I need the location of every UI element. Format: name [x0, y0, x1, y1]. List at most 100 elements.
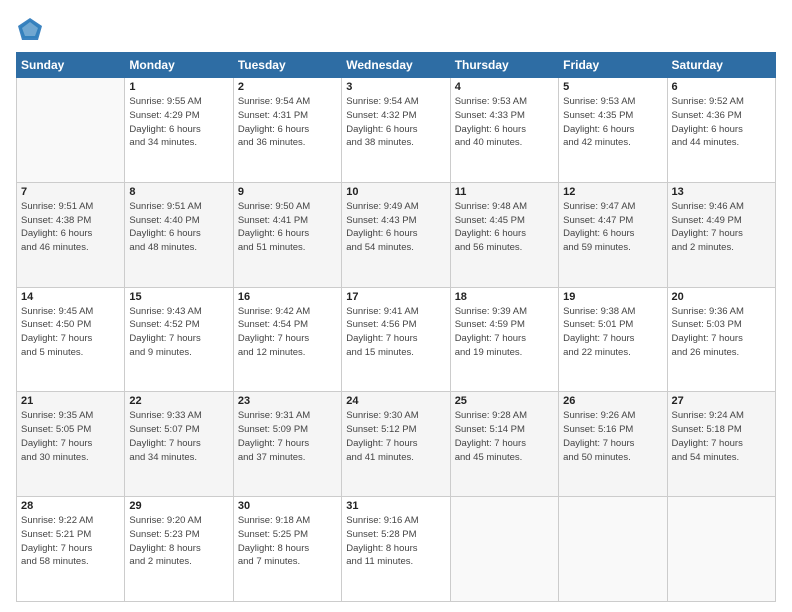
day-info: Sunrise: 9:49 AM Sunset: 4:43 PM Dayligh… — [346, 200, 445, 255]
day-info: Sunrise: 9:33 AM Sunset: 5:07 PM Dayligh… — [129, 409, 228, 464]
day-number: 21 — [21, 395, 120, 407]
day-number: 6 — [672, 81, 771, 93]
weekday-header-tuesday: Tuesday — [233, 53, 341, 78]
day-info: Sunrise: 9:50 AM Sunset: 4:41 PM Dayligh… — [238, 200, 337, 255]
calendar-cell: 27 Sunrise: 9:24 AM Sunset: 5:18 PM Dayli… — [667, 392, 775, 497]
calendar-cell: 16Sunrise: 9:42 AM Sunset: 4:54 PM Dayli… — [233, 287, 341, 392]
day-info: Sunrise: 9:53 AM Sunset: 4:35 PM Dayligh… — [563, 95, 662, 150]
calendar-cell: 22 Sunrise: 9:33 AM Sunset: 5:07 PM Dayli… — [125, 392, 233, 497]
calendar-cell: 20Sunrise: 9:36 AM Sunset: 5:03 PM Dayli… — [667, 287, 775, 392]
day-info: Sunrise: 9:35 AM Sunset: 5:05 PM Dayligh… — [21, 409, 120, 464]
day-info: Sunrise: 9:55 AM Sunset: 4:29 PM Dayligh… — [129, 95, 228, 150]
day-info: Sunrise: 9:41 AM Sunset: 4:56 PM Dayligh… — [346, 305, 445, 360]
day-info: Sunrise: 9:45 AM Sunset: 4:50 PM Dayligh… — [21, 305, 120, 360]
day-info: Sunrise: 9:54 AM Sunset: 4:31 PM Dayligh… — [238, 95, 337, 150]
calendar-cell: 23Sunrise: 9:31 AM Sunset: 5:09 PM Dayli… — [233, 392, 341, 497]
day-info: Sunrise: 9:28 AM Sunset: 5:14 PM Dayligh… — [455, 409, 554, 464]
calendar-cell: 26Sunrise: 9:26 AM Sunset: 5:16 PM Dayli… — [559, 392, 667, 497]
day-info: Sunrise: 9:20 AM Sunset: 5:23 PM Dayligh… — [129, 514, 228, 569]
day-info: Sunrise: 9:47 AM Sunset: 4:47 PM Dayligh… — [563, 200, 662, 255]
calendar-cell — [17, 78, 125, 183]
day-number: 12 — [563, 186, 662, 198]
day-number: 15 — [129, 291, 228, 303]
day-number: 28 — [21, 500, 120, 512]
day-info: Sunrise: 9:30 AM Sunset: 5:12 PM Dayligh… — [346, 409, 445, 464]
day-number: 11 — [455, 186, 554, 198]
day-info: Sunrise: 9:16 AM Sunset: 5:28 PM Dayligh… — [346, 514, 445, 569]
header — [16, 16, 776, 44]
calendar-cell: 31 Sunrise: 9:16 AM Sunset: 5:28 PM Dayli… — [342, 497, 450, 602]
calendar-cell: 4 Sunrise: 9:53 AM Sunset: 4:33 PM Daylig… — [450, 78, 558, 183]
calendar-cell: 8Sunrise: 9:51 AM Sunset: 4:40 PM Daylig… — [125, 182, 233, 287]
logo-icon — [16, 16, 44, 44]
calendar-cell: 19Sunrise: 9:38 AM Sunset: 5:01 PM Dayli… — [559, 287, 667, 392]
calendar-cell — [450, 497, 558, 602]
calendar-cell: 5 Sunrise: 9:53 AM Sunset: 4:35 PM Daylig… — [559, 78, 667, 183]
day-number: 1 — [129, 81, 228, 93]
weekday-header-saturday: Saturday — [667, 53, 775, 78]
calendar-cell: 18 Sunrise: 9:39 AM Sunset: 4:59 PM Dayli… — [450, 287, 558, 392]
calendar-cell — [667, 497, 775, 602]
day-number: 16 — [238, 291, 337, 303]
day-info: Sunrise: 9:36 AM Sunset: 5:03 PM Dayligh… — [672, 305, 771, 360]
day-info: Sunrise: 9:39 AM Sunset: 4:59 PM Dayligh… — [455, 305, 554, 360]
calendar-cell: 2 Sunrise: 9:54 AM Sunset: 4:31 PM Daylig… — [233, 78, 341, 183]
weekday-header-monday: Monday — [125, 53, 233, 78]
calendar-cell: 21 Sunrise: 9:35 AM Sunset: 5:05 PM Dayli… — [17, 392, 125, 497]
day-number: 4 — [455, 81, 554, 93]
calendar-cell: 15 Sunrise: 9:43 AM Sunset: 4:52 PM Dayli… — [125, 287, 233, 392]
day-info: Sunrise: 9:51 AM Sunset: 4:38 PM Dayligh… — [21, 200, 120, 255]
day-number: 2 — [238, 81, 337, 93]
day-number: 27 — [672, 395, 771, 407]
day-info: Sunrise: 9:43 AM Sunset: 4:52 PM Dayligh… — [129, 305, 228, 360]
day-info: Sunrise: 9:54 AM Sunset: 4:32 PM Dayligh… — [346, 95, 445, 150]
day-info: Sunrise: 9:31 AM Sunset: 5:09 PM Dayligh… — [238, 409, 337, 464]
page: SundayMondayTuesdayWednesdayThursdayFrid… — [0, 0, 792, 612]
week-row-2: 7 Sunrise: 9:51 AM Sunset: 4:38 PM Daylig… — [17, 182, 776, 287]
calendar-cell: 13Sunrise: 9:46 AM Sunset: 4:49 PM Dayli… — [667, 182, 775, 287]
day-info: Sunrise: 9:46 AM Sunset: 4:49 PM Dayligh… — [672, 200, 771, 255]
day-number: 24 — [346, 395, 445, 407]
day-info: Sunrise: 9:53 AM Sunset: 4:33 PM Dayligh… — [455, 95, 554, 150]
day-number: 22 — [129, 395, 228, 407]
calendar-cell: 10 Sunrise: 9:49 AM Sunset: 4:43 PM Dayli… — [342, 182, 450, 287]
week-row-5: 28 Sunrise: 9:22 AM Sunset: 5:21 PM Dayli… — [17, 497, 776, 602]
day-info: Sunrise: 9:48 AM Sunset: 4:45 PM Dayligh… — [455, 200, 554, 255]
calendar-cell: 1 Sunrise: 9:55 AM Sunset: 4:29 PM Daylig… — [125, 78, 233, 183]
day-number: 10 — [346, 186, 445, 198]
day-number: 17 — [346, 291, 445, 303]
calendar-cell: 12 Sunrise: 9:47 AM Sunset: 4:47 PM Dayli… — [559, 182, 667, 287]
calendar-cell: 3 Sunrise: 9:54 AM Sunset: 4:32 PM Daylig… — [342, 78, 450, 183]
day-info: Sunrise: 9:38 AM Sunset: 5:01 PM Dayligh… — [563, 305, 662, 360]
calendar-cell: 30Sunrise: 9:18 AM Sunset: 5:25 PM Dayli… — [233, 497, 341, 602]
week-row-4: 21 Sunrise: 9:35 AM Sunset: 5:05 PM Dayli… — [17, 392, 776, 497]
calendar-cell: 17 Sunrise: 9:41 AM Sunset: 4:56 PM Dayli… — [342, 287, 450, 392]
calendar-table: SundayMondayTuesdayWednesdayThursdayFrid… — [16, 52, 776, 602]
logo — [16, 16, 48, 44]
calendar-cell — [559, 497, 667, 602]
day-number: 18 — [455, 291, 554, 303]
calendar-cell: 7 Sunrise: 9:51 AM Sunset: 4:38 PM Daylig… — [17, 182, 125, 287]
day-number: 5 — [563, 81, 662, 93]
day-info: Sunrise: 9:52 AM Sunset: 4:36 PM Dayligh… — [672, 95, 771, 150]
day-number: 14 — [21, 291, 120, 303]
weekday-header-wednesday: Wednesday — [342, 53, 450, 78]
day-info: Sunrise: 9:24 AM Sunset: 5:18 PM Dayligh… — [672, 409, 771, 464]
calendar-cell: 9Sunrise: 9:50 AM Sunset: 4:41 PM Daylig… — [233, 182, 341, 287]
weekday-header-friday: Friday — [559, 53, 667, 78]
day-info: Sunrise: 9:22 AM Sunset: 5:21 PM Dayligh… — [21, 514, 120, 569]
calendar-cell: 29 Sunrise: 9:20 AM Sunset: 5:23 PM Dayli… — [125, 497, 233, 602]
week-row-1: 1 Sunrise: 9:55 AM Sunset: 4:29 PM Daylig… — [17, 78, 776, 183]
weekday-header-thursday: Thursday — [450, 53, 558, 78]
weekday-header-row: SundayMondayTuesdayWednesdayThursdayFrid… — [17, 53, 776, 78]
day-info: Sunrise: 9:26 AM Sunset: 5:16 PM Dayligh… — [563, 409, 662, 464]
calendar-cell: 14 Sunrise: 9:45 AM Sunset: 4:50 PM Dayli… — [17, 287, 125, 392]
day-number: 7 — [21, 186, 120, 198]
day-number: 31 — [346, 500, 445, 512]
calendar-cell: 11 Sunrise: 9:48 AM Sunset: 4:45 PM Dayli… — [450, 182, 558, 287]
day-number: 29 — [129, 500, 228, 512]
calendar-cell: 28 Sunrise: 9:22 AM Sunset: 5:21 PM Dayli… — [17, 497, 125, 602]
day-info: Sunrise: 9:51 AM Sunset: 4:40 PM Dayligh… — [129, 200, 228, 255]
day-number: 3 — [346, 81, 445, 93]
calendar-cell: 6 Sunrise: 9:52 AM Sunset: 4:36 PM Daylig… — [667, 78, 775, 183]
